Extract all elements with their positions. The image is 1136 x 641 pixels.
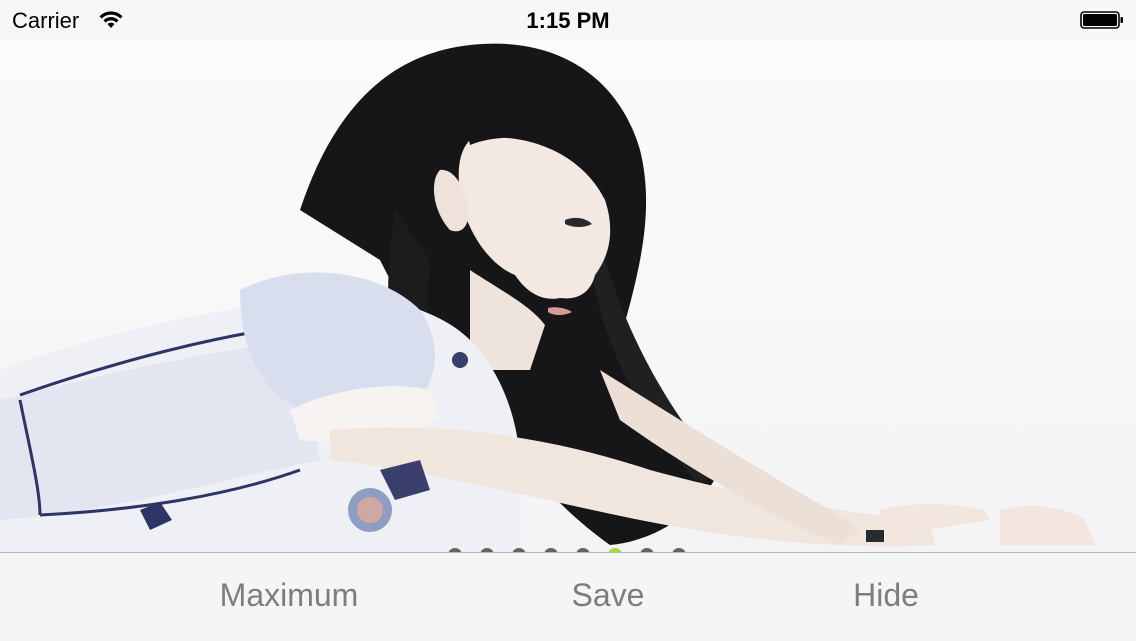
photo-image	[0, 43, 1095, 552]
save-button[interactable]: Save	[508, 577, 708, 614]
battery-icon	[1080, 11, 1123, 29]
status-time: 1:15 PM	[526, 8, 610, 33]
carrier-label: Carrier	[12, 8, 80, 33]
bottom-toolbar: Maximum Save Hide	[0, 552, 1136, 641]
hide-button[interactable]: Hide	[786, 577, 986, 614]
status-bar: Carrier 1:15 PM	[0, 0, 1136, 40]
maximum-button[interactable]: Maximum	[189, 577, 389, 614]
wifi-icon	[99, 11, 123, 28]
photo-view[interactable]	[0, 40, 1136, 552]
